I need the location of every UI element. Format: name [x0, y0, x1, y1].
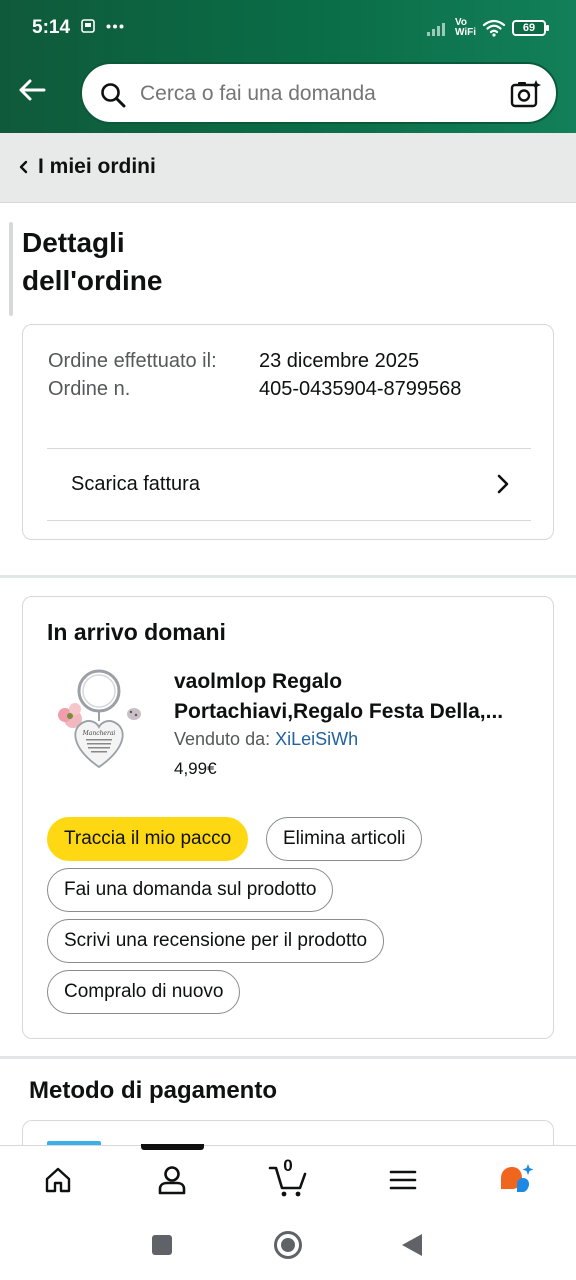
status-icons: Vo WiFi 69: [426, 16, 549, 40]
recents-button-icon[interactable]: [151, 1234, 173, 1256]
write-review-button[interactable]: Scrivi una recensione per il prodotto: [47, 919, 385, 963]
nav-account[interactable]: [152, 1160, 192, 1200]
payment-method-title: Metodo di pagamento: [29, 1077, 277, 1104]
seller-info: Venduto da: XiLeiSiWh: [174, 729, 358, 750]
download-invoice-row[interactable]: Scarica fattura: [47, 449, 531, 519]
order-placed-date: 23 dicembre 2025: [259, 350, 420, 372]
ask-question-button[interactable]: Fai una domanda sul prodotto: [47, 868, 334, 912]
order-info-labels: Ordine effettuato il: Ordine n.: [48, 347, 238, 403]
title-accent-bar: [9, 222, 13, 316]
signal-icon: [426, 23, 445, 36]
order-placed-label: Ordine effettuato il:: [48, 350, 217, 372]
section-divider: [0, 1056, 576, 1059]
home-icon: [45, 1167, 71, 1193]
back-button-icon[interactable]: [401, 1233, 423, 1257]
camera-search-icon[interactable]: [510, 78, 542, 110]
active-tab-indicator: [141, 1144, 204, 1150]
breadcrumb-label: I miei ordini: [38, 155, 156, 178]
bottom-nav: 0: [0, 1144, 576, 1217]
chevron-left-icon: [19, 160, 28, 174]
cart-count: 0: [283, 1156, 293, 1175]
product-title[interactable]: vaolmlop Regalo Portachiavi,Regalo Festa…: [174, 667, 534, 727]
delivery-status: In arrivo domani: [47, 619, 226, 645]
order-number: 405-0435904-8799568: [259, 378, 462, 400]
nav-rufus[interactable]: [497, 1160, 537, 1200]
app-header: 5:14 Vo WiFi 69: [0, 0, 576, 133]
product-image[interactable]: Mancherai: [51, 667, 143, 771]
section-divider: [0, 575, 576, 578]
chevron-right-icon: [497, 474, 509, 494]
search-input[interactable]: [140, 82, 500, 106]
account-icon: [158, 1166, 186, 1195]
nav-home[interactable]: [38, 1160, 78, 1200]
system-nav-bar: [0, 1217, 576, 1280]
order-info-values: 23 dicembre 2025 405-0435904-8799568: [259, 347, 461, 403]
menu-icon: [389, 1170, 417, 1190]
rufus-assistant-icon: [501, 1164, 534, 1192]
order-info-card: Ordine effettuato il: Ordine n. 23 dicem…: [22, 324, 554, 540]
vowifi-indicator: Vo WiFi: [454, 17, 476, 38]
order-number-label: Ordine n.: [48, 378, 131, 400]
page-title: Dettagli dell'ordine: [22, 227, 163, 296]
seller-label: Venduto da:: [174, 729, 276, 749]
svg-text:Mancherai: Mancherai: [82, 730, 116, 737]
search-bar[interactable]: [80, 62, 558, 124]
product-price: 4,99€: [174, 759, 217, 778]
download-invoice-label: Scarica fattura: [71, 472, 200, 495]
status-time: 5:14: [32, 17, 71, 38]
home-button-icon[interactable]: [273, 1230, 303, 1260]
nav-menu[interactable]: [383, 1160, 423, 1200]
breadcrumb[interactable]: I miei ordini: [18, 155, 156, 179]
shipment-card: In arrivo domani Mancherai vaolmlop Rega…: [22, 596, 554, 1039]
breadcrumb-bar: I miei ordini: [0, 133, 576, 203]
track-package-button[interactable]: Traccia il mio pacco: [47, 817, 249, 861]
more-notifications-icon: [106, 24, 124, 29]
gallery-notification-icon: [81, 19, 95, 33]
delete-items-button[interactable]: Elimina articoli: [266, 817, 423, 861]
back-arrow-icon[interactable]: [14, 72, 50, 108]
divider: [47, 520, 531, 521]
battery-indicator: 69: [512, 20, 549, 36]
search-icon: [101, 83, 126, 108]
seller-link[interactable]: XiLeiSiWh: [275, 729, 358, 749]
buy-again-button[interactable]: Compralo di nuovo: [47, 970, 241, 1014]
nav-cart[interactable]: 0: [266, 1156, 310, 1200]
wifi-icon: [482, 19, 506, 37]
status-bar: 5:14 Vo WiFi 69: [0, 0, 576, 56]
